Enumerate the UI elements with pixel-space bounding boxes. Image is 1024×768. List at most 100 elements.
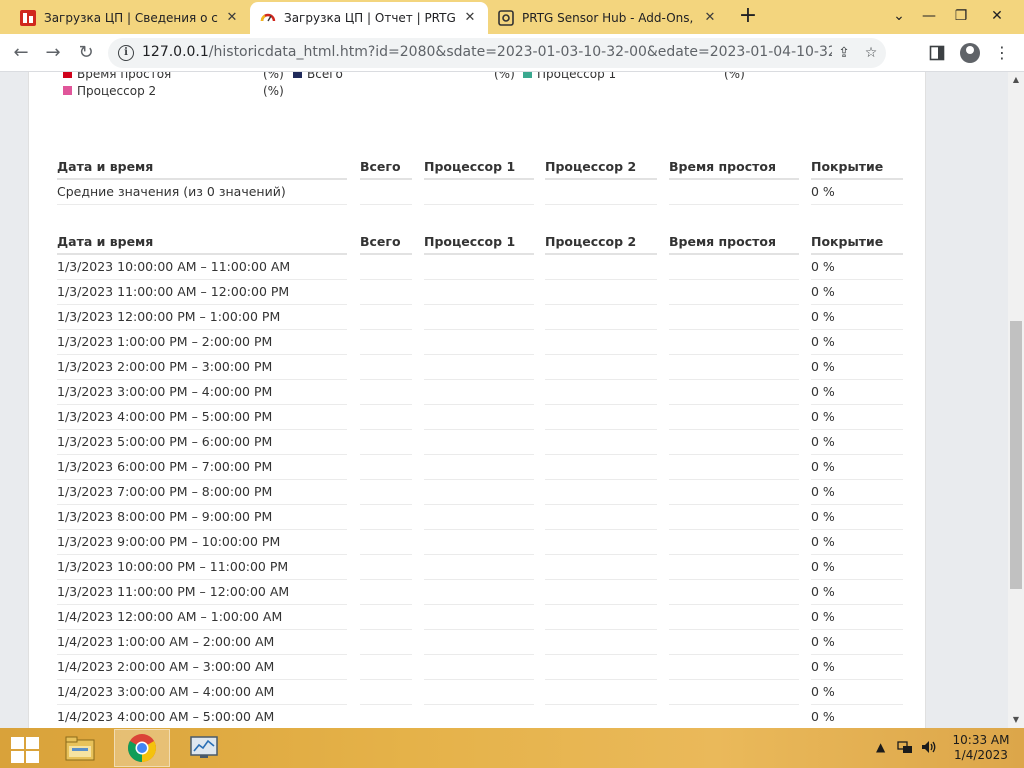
vertical-scrollbar[interactable]: ▲ ▼ xyxy=(1008,72,1024,728)
row-cpu2 xyxy=(545,630,657,655)
tab-sensor-hub[interactable]: PRTG Sensor Hub - Add-Ons, Plu ✕ xyxy=(488,2,728,34)
row-cpu1 xyxy=(424,505,534,530)
data-table-header: Дата и время Всего Процессор 1 Процессор… xyxy=(57,230,903,255)
summary-row: Средние значения (из 0 значений) 0 % xyxy=(57,180,903,205)
row-coverage: 0 % xyxy=(811,705,903,728)
row-cpu1 xyxy=(424,280,534,305)
legend-swatch xyxy=(63,86,72,95)
col-coverage: Покрытие xyxy=(811,230,903,255)
row-cpu1 xyxy=(424,455,534,480)
row-idle xyxy=(669,430,799,455)
url-text[interactable]: 127.0.0.1/historicdata_html.htm?id=2080&… xyxy=(142,44,832,60)
row-coverage: 0 % xyxy=(811,355,903,380)
close-window-button[interactable]: ✕ xyxy=(982,3,1012,29)
chrome-taskbar-button[interactable] xyxy=(114,729,170,767)
row-cpu1 xyxy=(424,355,534,380)
row-cpu1 xyxy=(424,580,534,605)
row-cpu2 xyxy=(545,505,657,530)
row-datetime: 1/3/2023 1:00:00 PM – 2:00:00 PM xyxy=(57,330,347,355)
row-datetime: 1/3/2023 3:00:00 PM – 4:00:00 PM xyxy=(57,380,347,405)
scrollbar-thumb[interactable] xyxy=(1010,321,1022,589)
row-idle xyxy=(669,305,799,330)
row-idle xyxy=(669,405,799,430)
row-coverage: 0 % xyxy=(811,480,903,505)
close-icon[interactable]: ✕ xyxy=(462,10,478,26)
close-icon[interactable]: ✕ xyxy=(224,10,240,26)
row-total xyxy=(360,705,412,728)
row-coverage: 0 % xyxy=(811,405,903,430)
restore-button[interactable]: ❐ xyxy=(946,3,976,29)
chrome-icon xyxy=(128,734,156,762)
profile-avatar[interactable] xyxy=(960,43,980,63)
row-cpu2 xyxy=(545,180,657,205)
table-row: 1/3/2023 12:00:00 PM – 1:00:00 PM 0 % xyxy=(57,305,903,330)
row-total xyxy=(360,430,412,455)
row-cpu2 xyxy=(545,280,657,305)
table-row: 1/3/2023 5:00:00 PM – 6:00:00 PM 0 % xyxy=(57,430,903,455)
tab-report[interactable]: Загрузка ЦП | Отчет | PRTG Netw ✕ xyxy=(250,2,488,34)
bookmark-star-icon[interactable]: ☆ xyxy=(862,44,880,62)
tray-expand-icon[interactable]: ▲ xyxy=(876,740,885,754)
taskbar-clock[interactable]: 10:33 AM 1/4/2023 xyxy=(946,733,1016,763)
share-icon[interactable]: ⇪ xyxy=(835,44,853,62)
tab-title: Загрузка ЦП | Отчет | PRTG Netw xyxy=(284,11,456,25)
row-cpu1 xyxy=(424,655,534,680)
volume-icon[interactable] xyxy=(921,740,937,757)
col-cpu1: Процессор 1 xyxy=(424,155,534,180)
side-panel-icon[interactable] xyxy=(926,42,948,64)
reload-button[interactable]: ↻ xyxy=(73,40,99,66)
row-coverage: 0 % xyxy=(811,305,903,330)
menu-kebab-icon[interactable]: ⋮ xyxy=(991,42,1013,64)
row-total xyxy=(360,280,412,305)
legend-unit: (%) xyxy=(494,72,515,81)
tab-title: Загрузка ЦП | Сведения о сенсо xyxy=(44,11,218,25)
tab-search-icon[interactable]: ⌄ xyxy=(884,3,914,29)
row-cpu2 xyxy=(545,380,657,405)
col-coverage: Покрытие xyxy=(811,155,903,180)
site-info-icon[interactable]: i xyxy=(118,45,134,61)
back-button[interactable]: ← xyxy=(8,40,34,66)
table-row: 1/3/2023 10:00:00 AM – 11:00:00 AM 0 % xyxy=(57,255,903,280)
row-cpu2 xyxy=(545,480,657,505)
row-cpu2 xyxy=(545,330,657,355)
table-row: 1/4/2023 3:00:00 AM – 4:00:00 AM 0 % xyxy=(57,680,903,705)
scroll-up-icon[interactable]: ▲ xyxy=(1008,72,1024,88)
row-total xyxy=(360,680,412,705)
row-total xyxy=(360,505,412,530)
prtg-gauge-icon xyxy=(260,10,276,26)
new-tab-button[interactable]: + xyxy=(736,5,760,29)
clock-time: 10:33 AM xyxy=(952,733,1010,747)
row-total xyxy=(360,555,412,580)
row-cpu2 xyxy=(545,580,657,605)
legend-item-total: Всего xyxy=(293,72,343,81)
address-bar[interactable]: i 127.0.0.1/historicdata_html.htm?id=208… xyxy=(108,38,886,68)
monitor-app-button[interactable] xyxy=(176,729,232,767)
start-button[interactable] xyxy=(8,734,40,763)
col-datetime: Дата и время xyxy=(57,230,347,255)
network-icon[interactable] xyxy=(897,740,913,757)
table-row: 1/3/2023 1:00:00 PM – 2:00:00 PM 0 % xyxy=(57,330,903,355)
row-datetime: 1/4/2023 2:00:00 AM – 3:00:00 AM xyxy=(57,655,347,680)
close-icon[interactable]: ✕ xyxy=(702,10,718,26)
legend-swatch xyxy=(523,72,532,78)
row-total xyxy=(360,455,412,480)
row-cpu1 xyxy=(424,680,534,705)
row-idle xyxy=(669,680,799,705)
clock-date: 1/4/2023 xyxy=(954,748,1008,762)
row-coverage: 0 % xyxy=(811,380,903,405)
col-cpu2: Процессор 2 xyxy=(545,155,657,180)
file-explorer-button[interactable] xyxy=(52,729,108,767)
col-total: Всего xyxy=(360,230,412,255)
row-total xyxy=(360,180,412,205)
minimize-button[interactable]: — xyxy=(914,3,944,29)
row-total xyxy=(360,655,412,680)
row-datetime: 1/3/2023 4:00:00 PM – 5:00:00 PM xyxy=(57,405,347,430)
row-total xyxy=(360,255,412,280)
row-total xyxy=(360,480,412,505)
row-cpu1 xyxy=(424,705,534,728)
scroll-down-icon[interactable]: ▼ xyxy=(1008,712,1024,728)
forward-button[interactable]: → xyxy=(40,40,66,66)
tab-sensor-details[interactable]: Загрузка ЦП | Сведения о сенсо ✕ xyxy=(10,2,250,34)
row-datetime: 1/3/2023 9:00:00 PM – 10:00:00 PM xyxy=(57,530,347,555)
col-idle: Время простоя xyxy=(669,230,799,255)
